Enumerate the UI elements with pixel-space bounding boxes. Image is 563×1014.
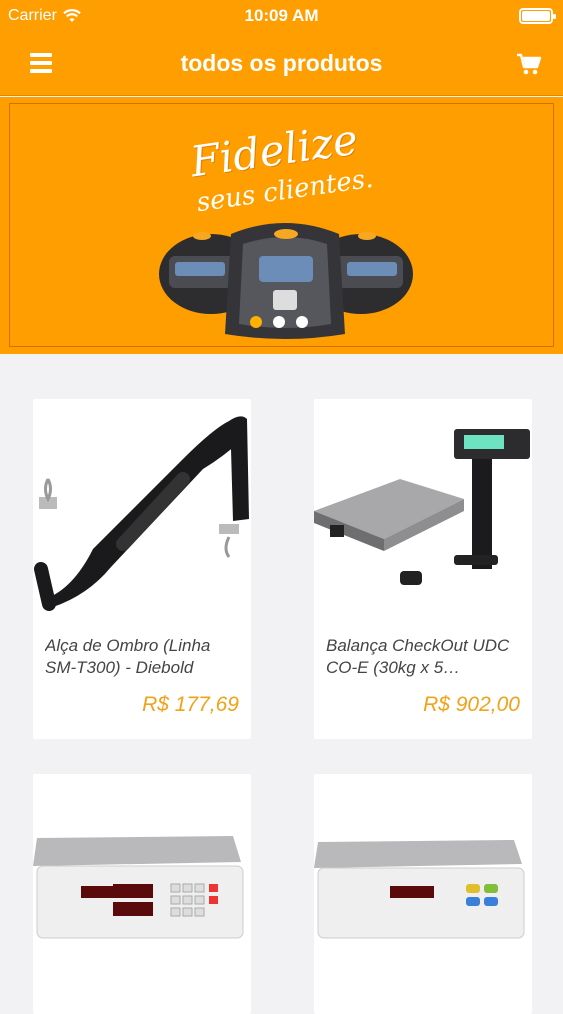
cart-icon[interactable] [515,50,543,78]
carousel-dot[interactable] [273,316,285,328]
product-card[interactable]: Balança CheckOut UDC CO-E (30kg x 5… R$ … [314,399,532,739]
promo-banner-frame: Fidelize seus clientes. [9,103,554,347]
product-card[interactable]: Alça de Ombro (Linha SM-T300) - Diebold … [33,399,251,739]
status-bar: Carrier 10:09 AM [0,0,563,32]
product-image-weighing-scale [314,840,525,939]
product-card[interactable] [33,774,251,1014]
product-card[interactable] [314,774,532,1014]
promo-banner[interactable]: Fidelize seus clientes. [0,97,563,354]
product-price: R$ 902,00 [423,693,520,716]
carousel-dot[interactable] [250,316,262,328]
product-name: Balança CheckOut UDC CO-E (30kg x 5… [326,636,510,677]
navigation-bar: todos os produtos [0,32,563,96]
product-image-shoulder-strap [34,416,249,611]
carousel-dots [250,316,308,328]
status-time: 10:09 AM [244,6,319,25]
product-image-computing-scale [33,836,244,939]
product-grid: Alça de Ombro (Linha SM-T300) - Diebold … [0,354,563,1014]
product-price: R$ 177,69 [142,693,239,716]
page-title: todos os produtos [180,50,383,76]
product-name: Alça de Ombro (Linha SM-T300) - Diebold [45,636,211,677]
product-image-checkout-scale [314,429,530,585]
battery-icon [519,8,556,24]
carousel-dot[interactable] [296,316,308,328]
